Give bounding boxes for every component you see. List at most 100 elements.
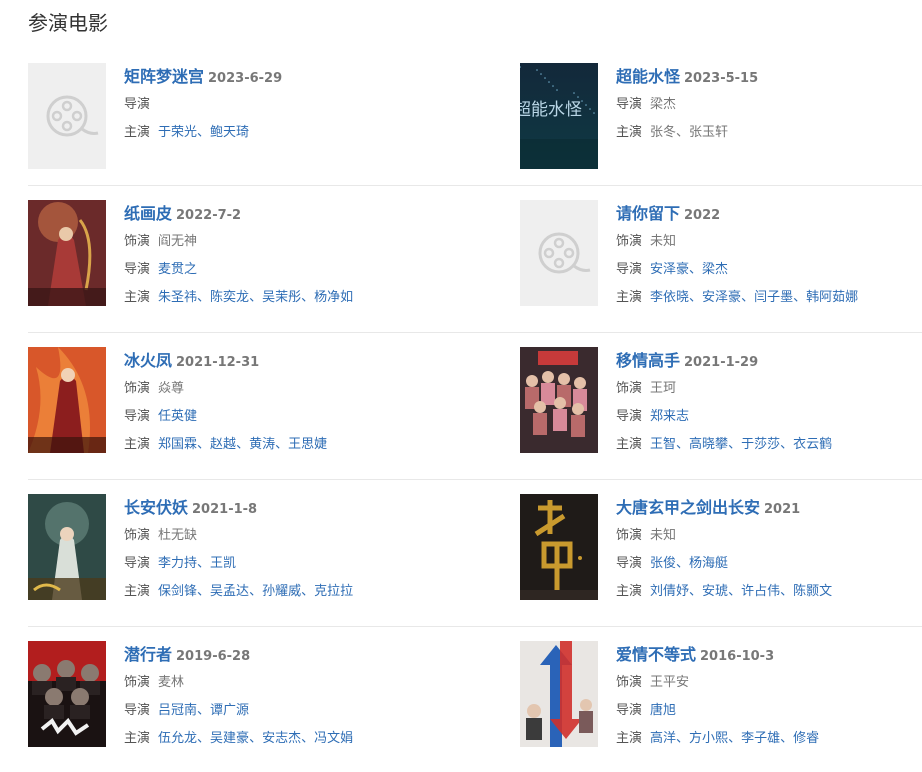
cast-link[interactable]: 刘倩妤	[650, 584, 689, 599]
director-label: 导演	[616, 262, 643, 277]
film-poster[interactable]	[520, 200, 598, 306]
name-separator: 、	[275, 437, 289, 452]
film-title-link[interactable]: 矩阵梦迷宫	[124, 67, 204, 86]
cast-link[interactable]: 方小熙	[689, 731, 728, 746]
film-title-link[interactable]: 潜行者	[124, 645, 172, 664]
cast-link[interactable]: 吴建豪	[210, 731, 249, 746]
cast-link[interactable]: 吴孟达	[210, 584, 249, 599]
name-separator: 、	[301, 584, 315, 599]
director-link[interactable]: 安泽豪	[650, 262, 689, 277]
film-poster[interactable]	[520, 641, 598, 747]
row-divider	[28, 185, 922, 186]
placeholder-icon	[520, 200, 598, 306]
name-separator: 、	[676, 437, 690, 452]
cast-link[interactable]: 修睿	[793, 731, 819, 746]
director-link[interactable]: 任英健	[158, 409, 197, 424]
cast-row: 主演 于荣光、鲍天琦	[124, 119, 468, 147]
film-poster[interactable]	[28, 641, 106, 747]
cast-link[interactable]: 衣云鹤	[793, 437, 832, 452]
orange-fire-poster	[28, 347, 106, 453]
cast-link[interactable]: 杨净如	[314, 290, 353, 305]
director-link[interactable]: 麦贯之	[158, 262, 197, 277]
director-row: 导演 吕冠南、谭广源	[124, 697, 468, 725]
cast-link[interactable]: 王智	[650, 437, 676, 452]
cast-link[interactable]: 保剑锋	[158, 584, 197, 599]
cast-link[interactable]: 闫子墨	[754, 290, 793, 305]
cast-link[interactable]: 孙耀威	[262, 584, 301, 599]
name-separator: 、	[676, 125, 690, 140]
film-title-link[interactable]: 请你留下	[616, 204, 680, 223]
director-link[interactable]: 吕冠南	[158, 703, 197, 718]
film-info: 移情高手 2021-1-29 饰演 王珂 导演 郑来志 主演 王智、高晓攀、于莎莎、衣云鹤	[616, 347, 922, 459]
cast-link[interactable]: 安泽豪	[702, 290, 741, 305]
cast-link[interactable]: 高晓攀	[689, 437, 728, 452]
role-label: 饰演	[124, 381, 151, 396]
cast-link[interactable]: 于莎莎	[741, 437, 780, 452]
cast-link[interactable]: 安琥	[702, 584, 728, 599]
cast-link[interactable]: 高洋	[650, 731, 676, 746]
director-row: 导演 麦贯之	[124, 256, 468, 284]
cast-label: 主演	[124, 437, 151, 452]
name-separator: 、	[728, 584, 742, 599]
film-poster[interactable]	[28, 494, 106, 600]
director-link[interactable]: 郑来志	[650, 409, 689, 424]
cast-link[interactable]: 鲍天琦	[210, 125, 249, 140]
cast-link[interactable]: 朱圣祎	[158, 290, 197, 305]
film-poster[interactable]	[520, 347, 598, 453]
cast-link[interactable]: 郑国霖	[158, 437, 197, 452]
role-row: 饰演 麦林	[124, 669, 468, 697]
cast-link[interactable]: 陈奕龙	[210, 290, 249, 305]
film-info: 大唐玄甲之剑出长安 2021 饰演 未知 导演 张俊、杨海艇 主演 刘倩妤、安琥、许占伟、陈颢…	[616, 494, 922, 606]
film-poster[interactable]	[520, 494, 598, 600]
director-row: 导演 任英健	[124, 403, 468, 431]
group-photo-poster	[520, 347, 598, 453]
cast-link[interactable]: 伍允龙	[158, 731, 197, 746]
film-item: 爱情不等式 2016-10-3 饰演 王平安 导演 唐旭 主演 高洋、方小熙、李子雄、修睿	[520, 641, 922, 761]
cast-link[interactable]: 赵越	[210, 437, 236, 452]
director-link[interactable]: 梁杰	[702, 262, 728, 277]
cast-link[interactable]: 陈颢文	[793, 584, 832, 599]
director-link[interactable]: 李力持	[158, 556, 197, 571]
name-separator: 、	[197, 125, 211, 140]
cast-link[interactable]: 冯文娟	[314, 731, 353, 746]
film-poster[interactable]	[28, 347, 106, 453]
cast-link[interactable]: 李子雄	[741, 731, 780, 746]
film-title-link[interactable]: 爱情不等式	[616, 645, 696, 664]
film-title-link[interactable]: 超能水怪	[616, 67, 680, 86]
film-title-link[interactable]: 冰火凤	[124, 351, 172, 370]
director-link[interactable]: 杨海艇	[689, 556, 728, 571]
cast-link[interactable]: 许占伟	[741, 584, 780, 599]
director-link[interactable]: 谭广源	[210, 703, 249, 718]
role-name: 王平安	[650, 675, 690, 690]
cast-link[interactable]: 李依晓	[650, 290, 689, 305]
cast-link[interactable]: 韩阿茹娜	[806, 290, 858, 305]
cast-link[interactable]: 吴茉彤	[262, 290, 301, 305]
release-date: 2019-6-28	[176, 649, 251, 664]
red-fantasy-poster	[28, 200, 106, 306]
director-link[interactable]: 王凯	[210, 556, 236, 571]
name-separator: 、	[197, 703, 211, 718]
release-date: 2021-12-31	[176, 355, 260, 370]
film-title-link[interactable]: 纸画皮	[124, 204, 172, 223]
role-row: 饰演 王珂	[616, 375, 922, 403]
cast-link[interactable]: 克拉拉	[314, 584, 353, 599]
film-item: 潜行者 2019-6-28 饰演 麦林 导演 吕冠南、谭广源 主演 伍允龙、吴建豪、安志杰、冯…	[28, 641, 468, 761]
film-poster[interactable]: 超能水怪	[520, 63, 598, 169]
cast-row: 主演 高洋、方小熙、李子雄、修睿	[616, 725, 922, 753]
cast-label: 主演	[616, 290, 643, 305]
director-link[interactable]: 唐旭	[650, 703, 676, 718]
cast-link[interactable]: 安志杰	[262, 731, 301, 746]
director-link[interactable]: 张俊	[650, 556, 676, 571]
cast-link[interactable]: 黄涛	[249, 437, 275, 452]
film-title-link[interactable]: 移情高手	[616, 351, 680, 370]
cast-link[interactable]: 王思婕	[288, 437, 327, 452]
film-title-link[interactable]: 长安伏妖	[124, 498, 188, 517]
film-title-link[interactable]: 大唐玄甲之剑出长安	[616, 498, 760, 517]
director-label: 导演	[616, 97, 643, 112]
release-date: 2023-5-15	[684, 71, 759, 86]
film-poster[interactable]	[28, 63, 106, 169]
film-info: 请你留下 2022 饰演 未知 导演 安泽豪、梁杰 主演 李依晓、安泽豪、闫子墨、韩阿茹娜	[616, 200, 922, 312]
role-label: 饰演	[124, 675, 151, 690]
cast-link[interactable]: 于荣光	[158, 125, 197, 140]
film-poster[interactable]	[28, 200, 106, 306]
